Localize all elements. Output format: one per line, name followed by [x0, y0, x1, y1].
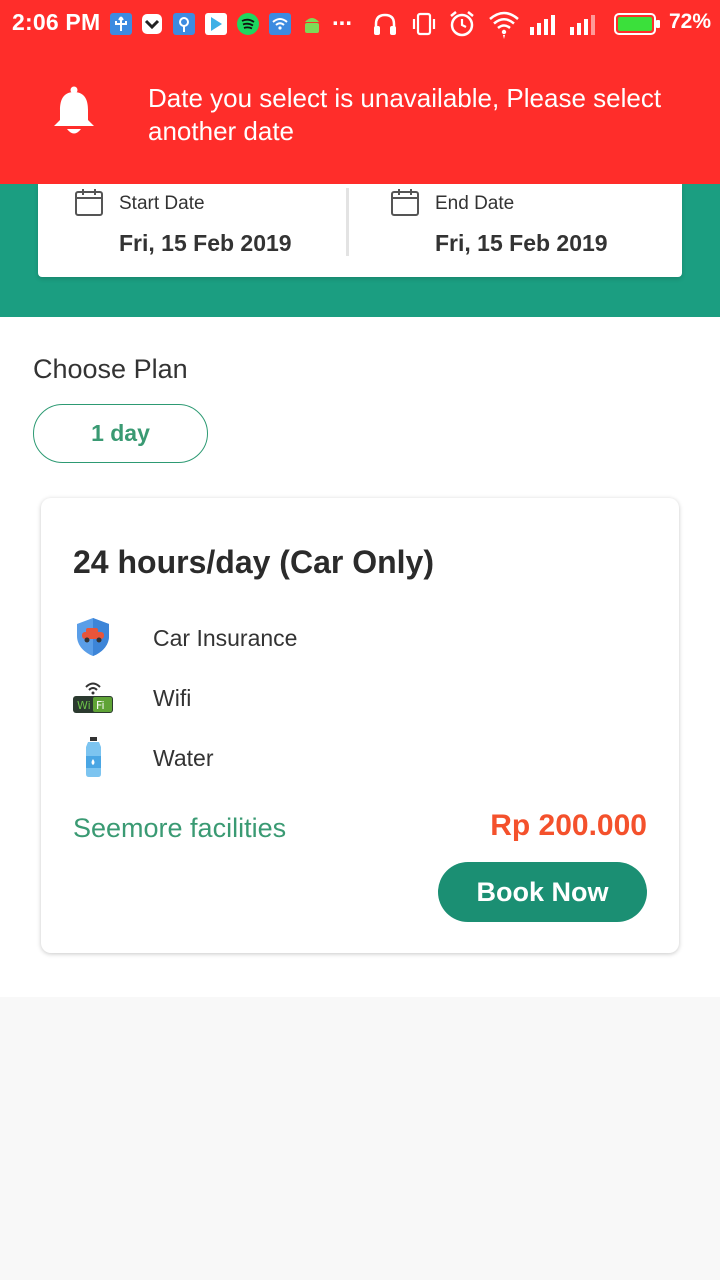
- end-date-label: End Date: [435, 193, 515, 214]
- headphones-icon: [372, 11, 398, 37]
- status-bar: 2:06 PM ... 72%: [0, 0, 720, 50]
- overflow-notifications: ...: [332, 4, 353, 31]
- unavailable-date-alert: 2:06 PM ... 72% Date you select is unava…: [0, 0, 720, 184]
- svg-text:Wi: Wi: [77, 699, 91, 712]
- start-date-label: Start Date: [119, 193, 205, 214]
- android-icon: [301, 13, 323, 35]
- end-date-field[interactable]: End Date Fri, 15 Feb 2019: [354, 184, 682, 277]
- facility-label: Water: [153, 745, 214, 771]
- plan-card: 24 hours/day (Car Only) Car Insurance Wi…: [41, 498, 679, 953]
- car-insurance-shield-icon: [77, 618, 109, 656]
- plan-title: 24 hours/day (Car Only): [73, 544, 434, 580]
- date-range-card: Start Date Fri, 15 Feb 2019 End Date Fri…: [38, 184, 682, 277]
- calendar-icon: [75, 189, 103, 216]
- alert-message: Date you select is unavailable, Please s…: [148, 83, 662, 146]
- end-date-value: Fri, 15 Feb 2019: [435, 230, 608, 256]
- status-time: 2:06 PM: [12, 9, 101, 35]
- seemore-facilities-link[interactable]: Seemore facilities: [73, 813, 286, 844]
- facility-label: Car Insurance: [153, 625, 298, 651]
- battery-percent: 72%: [669, 10, 712, 33]
- vibrate-icon: [410, 11, 438, 37]
- start-date-value: Fri, 15 Feb 2019: [119, 230, 292, 256]
- signal-icon-2: [568, 12, 602, 36]
- vpn-icon: [141, 13, 163, 35]
- alarm-icon: [448, 10, 476, 38]
- wifi-icon: Wi Fi: [73, 682, 113, 713]
- maps-icon: [173, 13, 195, 35]
- spotify-icon: [237, 13, 259, 35]
- plan-duration-chip[interactable]: 1 day: [33, 404, 208, 463]
- wifi-icon: [488, 9, 520, 39]
- facility-label: Wifi: [153, 685, 192, 711]
- plan-price: Rp 200.000: [490, 809, 647, 842]
- svg-text:Fi: Fi: [96, 699, 105, 712]
- choose-plan-heading: Choose Plan: [33, 354, 188, 384]
- water-bottle-icon: [86, 737, 101, 777]
- usb-icon: [110, 13, 132, 35]
- play-store-icon: [205, 13, 227, 35]
- bell-icon: [54, 86, 94, 134]
- date-divider: [346, 188, 349, 256]
- calendar-icon: [391, 189, 419, 216]
- battery-icon: [613, 12, 661, 36]
- start-date-field[interactable]: Start Date Fri, 15 Feb 2019: [38, 184, 346, 277]
- signal-icon: [528, 12, 562, 36]
- book-now-button[interactable]: Book Now: [438, 862, 647, 922]
- wifi-app-icon: [269, 13, 291, 35]
